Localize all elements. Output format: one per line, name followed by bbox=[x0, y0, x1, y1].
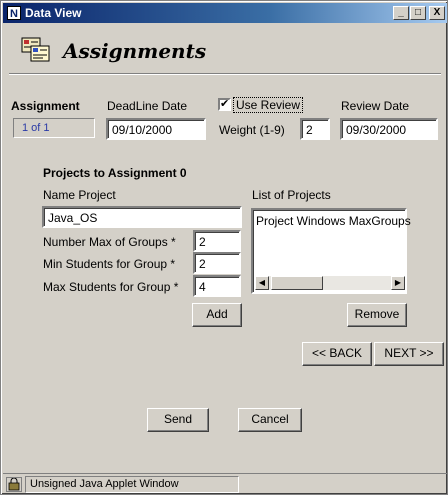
close-button[interactable]: X bbox=[429, 6, 445, 20]
max-students-input[interactable]: 4 bbox=[193, 275, 241, 297]
use-review-label[interactable]: Use Review bbox=[233, 97, 304, 113]
weight-label: Weight (1-9) bbox=[219, 123, 285, 137]
deadline-date-input[interactable]: 09/10/2000 bbox=[106, 118, 206, 140]
name-project-label: Name Project bbox=[43, 188, 116, 202]
cancel-button[interactable]: Cancel bbox=[238, 408, 302, 432]
assignment-forms-icon bbox=[21, 37, 50, 62]
deadline-label: DeadLine Date bbox=[107, 99, 188, 113]
add-project-button[interactable]: Add bbox=[192, 303, 242, 327]
minimize-button[interactable]: _ bbox=[393, 6, 409, 20]
status-bar: Unsigned Java Applet Window bbox=[3, 473, 447, 494]
review-date-label: Review Date bbox=[341, 99, 410, 113]
data-view-window: N Data View _ □ X Assignments Assignment… bbox=[0, 0, 448, 495]
remove-project-button[interactable]: Remove bbox=[347, 303, 407, 327]
scrollbar-thumb[interactable] bbox=[271, 276, 323, 290]
status-text: Unsigned Java Applet Window bbox=[25, 476, 239, 493]
projects-section-title: Projects to Assignment 0 bbox=[43, 166, 187, 180]
page-title: Assignments bbox=[63, 39, 207, 63]
horizontal-scrollbar[interactable]: ◀ ▶ bbox=[255, 276, 405, 290]
weight-input[interactable]: 2 bbox=[300, 118, 330, 140]
min-students-input[interactable]: 2 bbox=[193, 252, 241, 274]
java-n-icon: N bbox=[7, 6, 21, 20]
max-groups-input[interactable]: 2 bbox=[193, 230, 241, 252]
header-divider bbox=[9, 73, 441, 75]
scroll-right-icon[interactable]: ▶ bbox=[391, 276, 405, 290]
projects-listbox[interactable]: Project Windows MaxGroups ◀ ▶ bbox=[251, 208, 411, 294]
title-bar[interactable]: N Data View _ □ X bbox=[3, 3, 447, 23]
list-item[interactable]: Project Windows MaxGroups bbox=[256, 214, 411, 228]
window-title: Data View bbox=[25, 6, 82, 20]
use-review-checkbox[interactable]: ✔ bbox=[218, 98, 231, 111]
next-button[interactable]: NEXT >> bbox=[374, 342, 444, 366]
assignment-label: Assignment bbox=[11, 99, 80, 113]
name-project-input[interactable]: Java_OS bbox=[42, 206, 242, 228]
max-groups-label: Number Max of Groups * bbox=[43, 235, 176, 249]
scroll-left-icon[interactable]: ◀ bbox=[255, 276, 269, 290]
max-students-label: Max Students for Group * bbox=[43, 280, 179, 294]
back-button[interactable]: << BACK bbox=[302, 342, 372, 366]
maximize-button[interactable]: □ bbox=[410, 6, 426, 20]
assignment-counter: 1 of 1 bbox=[13, 118, 95, 138]
review-date-input[interactable]: 09/30/2000 bbox=[340, 118, 438, 140]
applet-key-icon bbox=[6, 477, 22, 492]
min-students-label: Min Students for Group * bbox=[43, 257, 176, 271]
list-of-projects-label: List of Projects bbox=[252, 188, 331, 202]
send-button[interactable]: Send bbox=[147, 408, 209, 432]
